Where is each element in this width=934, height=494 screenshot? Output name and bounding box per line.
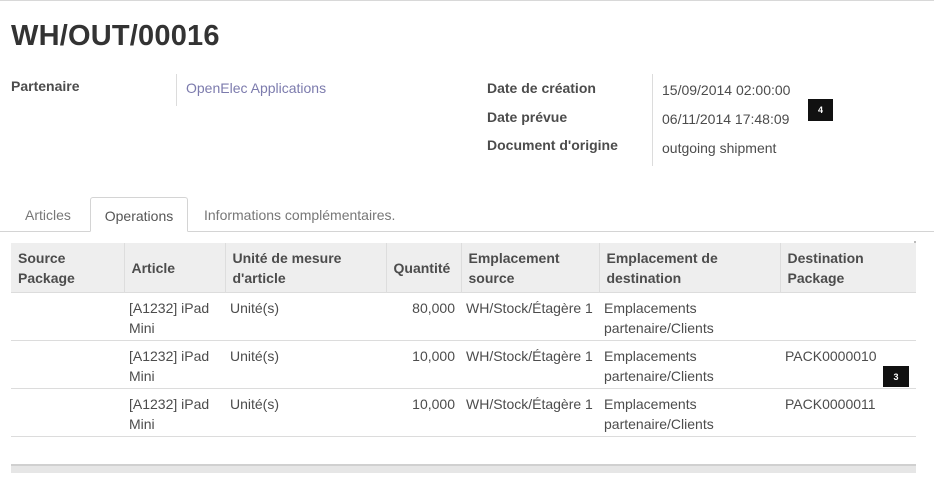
record-title: WH/OUT/00016 [11, 20, 220, 52]
table-row[interactable]: [A1232] iPad Mini Unité(s) 80,000 WH/Sto… [11, 292, 916, 341]
scheduled-date-value: 06/11/2014 17:48:09 [662, 111, 790, 127]
col-dest-package[interactable]: Destination Package [779, 243, 916, 293]
origin-value: outgoing shipment [662, 140, 777, 156]
cell-source-location: WH/Stock/Étagère 1 [461, 388, 599, 437]
table-header-row: Source Package Article Unité de mesure d… [11, 243, 916, 293]
notebook-tabs: Articles Operations Informations complém… [0, 197, 934, 232]
cell-uom: Unité(s) [225, 388, 386, 437]
cell-source-package [11, 292, 124, 341]
col-uom[interactable]: Unité de mesure d'article [224, 243, 386, 293]
cell-dest-package [780, 292, 916, 341]
tab-articles[interactable]: Articles [25, 197, 71, 232]
cell-source-package [11, 388, 124, 437]
cell-article: [A1232] iPad Mini [124, 292, 225, 341]
table-row[interactable]: [A1232] iPad Mini Unité(s) 10,000 WH/Sto… [11, 340, 916, 389]
tab-additional-info[interactable]: Informations complémentaires. [204, 197, 395, 232]
col-source-location[interactable]: Emplacement source [460, 243, 599, 293]
cell-source-location: WH/Stock/Étagère 1 [461, 292, 599, 341]
partner-link[interactable]: OpenElec Applications [186, 80, 326, 96]
table-footer-bar [11, 464, 916, 473]
col-article[interactable]: Article [123, 243, 225, 293]
partner-label: Partenaire [11, 78, 80, 94]
origin-label: Document d'origine [487, 137, 618, 153]
cell-uom: Unité(s) [225, 292, 386, 341]
table-row[interactable]: [A1232] iPad Mini Unité(s) 10,000 WH/Sto… [11, 388, 916, 437]
cell-source-package [11, 340, 124, 389]
cell-uom: Unité(s) [225, 340, 386, 389]
top-border [0, 0, 934, 1]
cell-article: [A1232] iPad Mini [124, 340, 225, 389]
cell-quantity: 80,000 [386, 292, 461, 341]
creation-date-value: 15/09/2014 02:00:00 [662, 82, 791, 98]
dates-separator [652, 74, 653, 166]
annotation-badge-table: 3 [883, 366, 909, 387]
operations-table: Source Package Article Unité de mesure d… [11, 243, 916, 437]
tab-operations[interactable]: Operations [90, 197, 188, 232]
cell-dest-location: Emplacements partenaire/Clients [599, 388, 780, 437]
col-source-package[interactable]: Source Package [11, 243, 124, 293]
cell-source-location: WH/Stock/Étagère 1 [461, 340, 599, 389]
cell-article: [A1232] iPad Mini [124, 388, 225, 437]
cell-quantity: 10,000 [386, 388, 461, 437]
cell-dest-package: PACK0000011 [780, 388, 916, 437]
col-quantity[interactable]: Quantité [385, 243, 461, 293]
annotation-badge-top: 4 [808, 99, 833, 121]
partner-separator [176, 74, 177, 106]
col-dest-location[interactable]: Emplacement de destination [598, 243, 780, 293]
scheduled-date-label: Date prévue [487, 109, 568, 125]
cell-quantity: 10,000 [386, 340, 461, 389]
cell-dest-location: Emplacements partenaire/Clients [599, 292, 780, 341]
cell-dest-location: Emplacements partenaire/Clients [599, 340, 780, 389]
creation-date-label: Date de création [487, 80, 596, 96]
